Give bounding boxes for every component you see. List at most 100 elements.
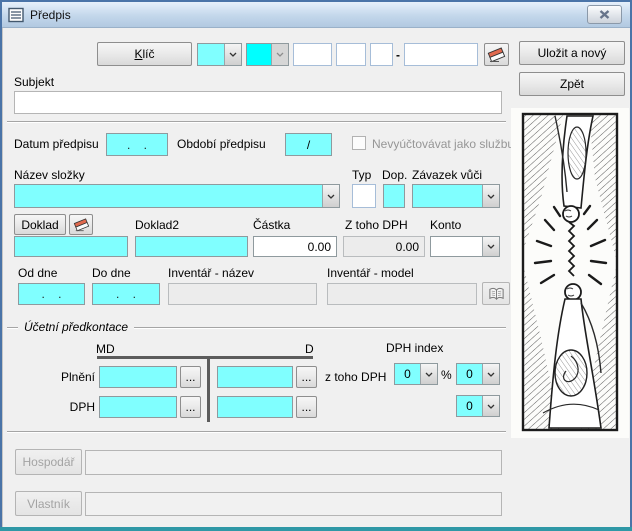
plneni-md-lookup-button[interactable]: ... xyxy=(180,366,201,388)
konto-combo[interactable] xyxy=(430,236,500,257)
close-button[interactable] xyxy=(587,5,622,24)
chevron-down-icon xyxy=(229,52,237,57)
castka-field[interactable]: 0.00 xyxy=(253,236,337,257)
inventar-lookup-button xyxy=(482,282,510,305)
obdobi-predpisu-label: Období předpisu xyxy=(177,137,266,151)
doklad2-label: Doklad2 xyxy=(135,218,179,232)
zavazek-vuci-dropdown[interactable] xyxy=(482,185,499,207)
chevron-down-icon xyxy=(487,404,495,409)
dph-index-select-1-dropdown[interactable] xyxy=(482,364,499,384)
dph-md-lookup-button[interactable]: ... xyxy=(180,396,201,418)
chevron-down-icon xyxy=(487,372,495,377)
doklad-button[interactable]: Doklad xyxy=(14,214,66,235)
client-edge-line xyxy=(2,28,3,527)
separator-line-bottom xyxy=(7,431,506,432)
castka-label: Částka xyxy=(253,218,290,232)
klic-button[interactable]: Klíč xyxy=(97,42,192,66)
window-form-icon xyxy=(8,7,24,23)
doklad2-field[interactable] xyxy=(135,236,248,257)
plneni-d-field[interactable] xyxy=(217,366,293,388)
artwork-tug-of-war-sketch xyxy=(511,108,629,438)
eraser-icon xyxy=(487,47,506,63)
dph-md-field[interactable] xyxy=(99,396,177,418)
doklad-field[interactable] xyxy=(14,236,128,257)
dop-label: Dop. xyxy=(382,168,407,182)
chevron-down-icon xyxy=(276,52,284,57)
key-combo-2[interactable] xyxy=(246,43,289,66)
ztoho-dph-field: 0.00 xyxy=(343,236,425,257)
dph-index-header: DPH index xyxy=(386,341,443,355)
titlebar[interactable]: Předpis xyxy=(2,2,630,28)
dph-index-select-2[interactable]: 0 xyxy=(456,395,500,417)
save-new-button[interactable]: Uložit a nový xyxy=(519,41,625,65)
doklad-erase-button[interactable] xyxy=(69,214,93,235)
dph-d-field[interactable] xyxy=(217,396,293,418)
nevyuctovavat-checkbox[interactable] xyxy=(352,136,366,150)
subjekt-label: Subjekt xyxy=(14,75,54,89)
dph-index-select-2-dropdown[interactable] xyxy=(482,396,499,416)
do-dne-label: Do dne xyxy=(92,266,131,280)
obdobi-predpisu-field[interactable]: / xyxy=(285,133,332,156)
key-combo-1[interactable] xyxy=(197,43,242,66)
eraser-icon xyxy=(73,218,90,232)
ztoho-dph-inline-label: z toho DPH xyxy=(325,370,386,384)
datum-predpisu-field[interactable]: . . xyxy=(106,133,168,156)
konto-value xyxy=(431,237,482,256)
key-field-1[interactable] xyxy=(293,43,332,66)
key-field-3[interactable] xyxy=(370,43,393,66)
ztoho-dph-select-dropdown[interactable] xyxy=(420,364,437,384)
dph-d-lookup-button[interactable]: ... xyxy=(296,396,317,418)
inventar-model-field xyxy=(327,283,477,305)
hospodar-button: Hospodář xyxy=(15,449,82,475)
window-title: Předpis xyxy=(30,8,71,22)
od-dne-field[interactable]: . . xyxy=(18,283,85,305)
key-erase-button[interactable] xyxy=(484,43,509,66)
chevron-down-icon xyxy=(327,194,335,199)
key-combo-1-dropdown[interactable] xyxy=(224,44,241,65)
plneni-d-lookup-button[interactable]: ... xyxy=(296,366,317,388)
dop-field[interactable] xyxy=(383,184,405,208)
key-field-4[interactable] xyxy=(404,43,478,66)
ztoho-dph-col-label: Z toho DPH xyxy=(345,218,408,232)
chevron-down-icon xyxy=(487,244,495,249)
konto-label: Konto xyxy=(430,218,461,232)
ztoho-dph-select[interactable]: 0 xyxy=(394,363,438,385)
open-book-icon xyxy=(488,287,505,301)
key-combo-2-value xyxy=(247,44,271,65)
zavazek-vuci-value xyxy=(413,185,482,207)
dph-index-select-2-value: 0 xyxy=(457,396,482,416)
konto-dropdown[interactable] xyxy=(482,237,499,256)
nevyuctovavat-checkbox-label: Nevyúčtovávat jako službu xyxy=(372,137,514,151)
subjekt-field[interactable] xyxy=(14,91,502,114)
dph-index-select-1-value: 0 xyxy=(457,364,482,384)
chevron-down-icon xyxy=(425,372,433,377)
do-dne-field[interactable]: . . xyxy=(92,283,160,305)
dph-index-select-1[interactable]: 0 xyxy=(456,363,500,385)
taccount-horizontal-line xyxy=(97,356,313,359)
d-header: D xyxy=(305,342,314,356)
typ-label: Typ xyxy=(352,168,371,182)
zavazek-vuci-label: Závazek vůči xyxy=(412,168,482,182)
inventar-nazev-label: Inventář - název xyxy=(168,266,254,280)
key-combo-2-dropdown xyxy=(271,44,288,65)
nazev-slozky-combo[interactable] xyxy=(14,184,340,208)
md-header: MD xyxy=(96,342,115,356)
key-field-2[interactable] xyxy=(336,43,366,66)
inventar-nazev-field xyxy=(168,283,317,305)
close-icon xyxy=(599,10,610,19)
vlastnik-field xyxy=(85,492,502,516)
back-button[interactable]: Zpět xyxy=(519,72,625,96)
inventar-model-label: Inventář - model xyxy=(327,266,414,280)
plneni-md-field[interactable] xyxy=(99,366,177,388)
zavazek-vuci-combo[interactable] xyxy=(412,184,500,208)
key-separator: - xyxy=(396,48,400,62)
chevron-down-icon xyxy=(487,194,495,199)
typ-field[interactable] xyxy=(352,184,376,208)
klic-button-mnemonic: K xyxy=(134,47,142,61)
predkontace-group-label: Účetní předkontace xyxy=(18,320,134,334)
percent-label: % xyxy=(441,368,452,382)
predpis-dialog: Předpis Klíč - Ulo xyxy=(0,0,632,531)
nazev-slozky-dropdown[interactable] xyxy=(322,185,339,207)
taccount-vertical-line xyxy=(207,356,210,422)
nazev-slozky-value xyxy=(15,185,322,207)
